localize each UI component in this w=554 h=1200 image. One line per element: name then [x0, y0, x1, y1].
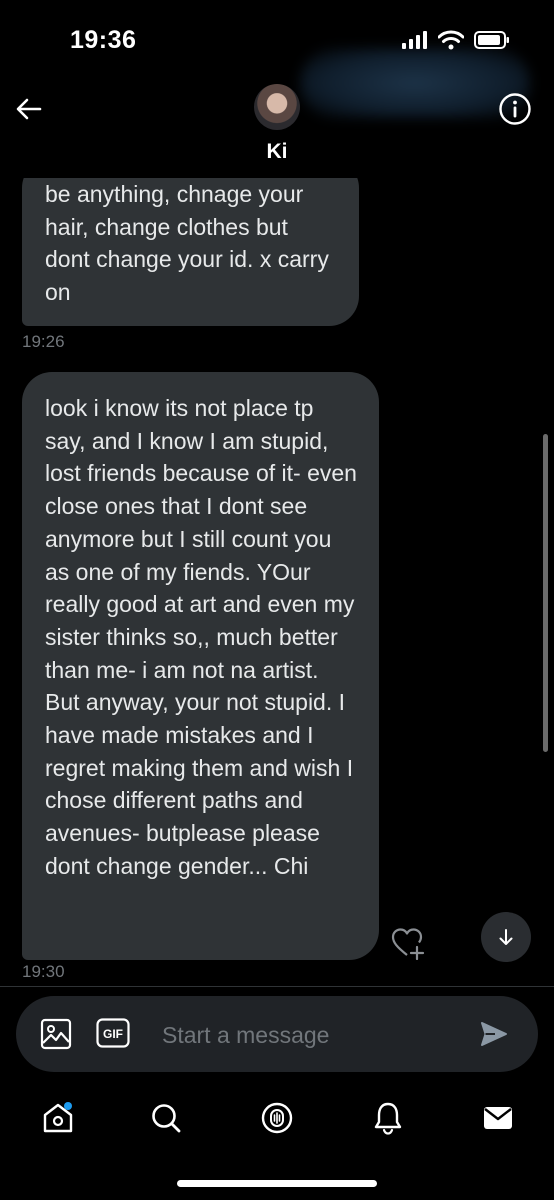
signal-icon: [402, 31, 427, 49]
gif-icon[interactable]: GIF: [96, 1018, 130, 1048]
home-indicator: [177, 1180, 377, 1187]
status-bar: 19:36: [0, 0, 554, 118]
home-icon[interactable]: [40, 1100, 76, 1136]
search-icon[interactable]: [148, 1100, 184, 1136]
message-composer: GIF: [16, 996, 538, 1072]
status-time: 19:36: [70, 26, 137, 54]
conversation-header: Ki: [0, 80, 554, 178]
info-icon[interactable]: [498, 92, 532, 126]
system-icons: [402, 30, 510, 50]
arrow-left-icon[interactable]: [14, 94, 44, 124]
scroll-to-bottom-button[interactable]: [481, 912, 531, 962]
message-bubble[interactable]: be anything, chnage your hair, change cl…: [22, 178, 359, 326]
notification-dot: [64, 1102, 72, 1110]
message-bubble[interactable]: look i know its not place tp say, and I …: [22, 372, 379, 960]
send-icon[interactable]: [480, 1020, 508, 1048]
bottom-tab-bar: [0, 1090, 554, 1150]
wifi-icon: [438, 30, 464, 50]
avatar[interactable]: [254, 84, 300, 130]
image-icon[interactable]: [40, 1018, 72, 1050]
envelope-icon[interactable]: [480, 1100, 516, 1136]
arrow-down-icon: [499, 929, 513, 945]
composer-divider: [0, 986, 554, 987]
gif-label: GIF: [103, 1027, 123, 1041]
message-thread[interactable]: be anything, chnage your hair, change cl…: [0, 178, 554, 986]
scrollbar[interactable]: [543, 434, 548, 752]
message-input[interactable]: [160, 1014, 464, 1056]
contact-name[interactable]: Ki: [0, 140, 554, 164]
battery-icon: [474, 31, 509, 49]
message-timestamp: 19:26: [22, 332, 65, 351]
spaces-mic-icon[interactable]: [259, 1100, 295, 1136]
message-timestamp: 19:30: [22, 962, 65, 981]
heart-plus-icon[interactable]: [390, 926, 426, 960]
bell-icon[interactable]: [370, 1100, 406, 1136]
